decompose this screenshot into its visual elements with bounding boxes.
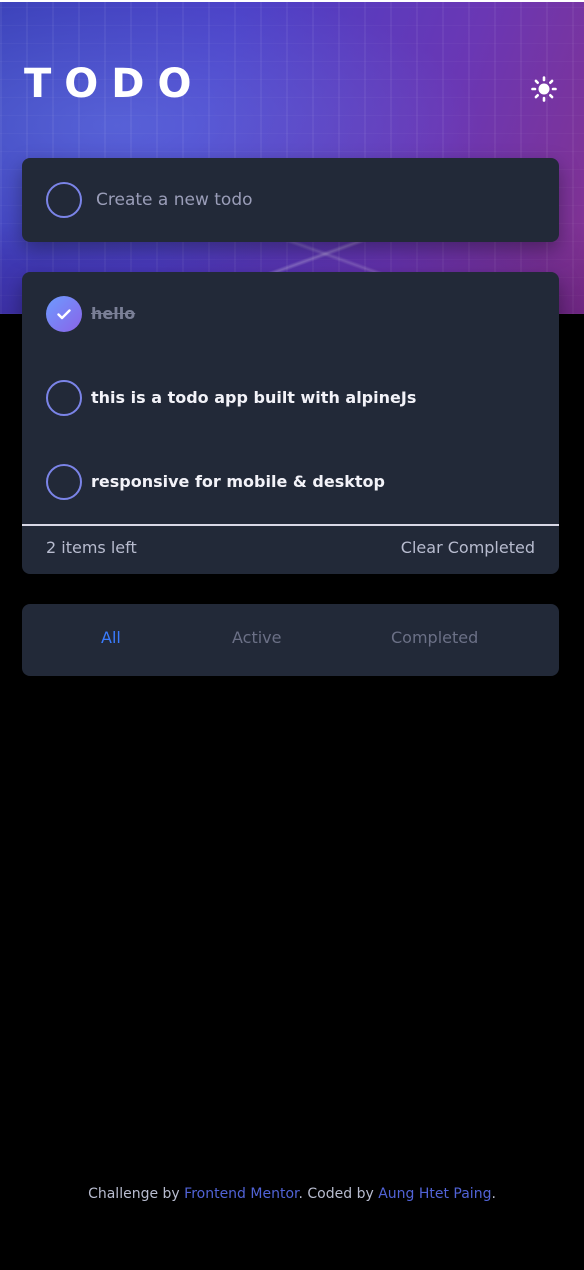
filter-completed-button[interactable]: Completed xyxy=(391,626,478,650)
todo-text: this is a todo app built with alpineJs xyxy=(91,388,417,407)
todo-item[interactable]: this is a todo app built with alpineJs xyxy=(22,356,559,440)
filter-active-button[interactable]: Active xyxy=(232,626,282,650)
todo-checkbox[interactable] xyxy=(46,380,82,416)
check-icon xyxy=(57,308,71,319)
create-todo-card xyxy=(22,158,559,242)
top-edge xyxy=(0,0,584,2)
todo-text: responsive for mobile & desktop xyxy=(91,472,385,491)
attribution-prefix: Challenge by xyxy=(88,1186,180,1202)
todo-list-card: hello this is a todo app built with alpi… xyxy=(22,272,559,574)
todo-item[interactable]: hello xyxy=(22,272,559,356)
todo-checkbox-checked[interactable] xyxy=(46,296,82,332)
sun-icon xyxy=(531,76,557,102)
list-divider xyxy=(22,524,559,526)
filter-all-button[interactable]: All xyxy=(101,626,121,650)
create-todo-circle[interactable] xyxy=(46,182,82,218)
attribution-middle: . Coded by xyxy=(298,1186,374,1202)
attribution-footer: Challenge by Frontend Mentor. Coded by A… xyxy=(0,1183,584,1205)
frontend-mentor-link[interactable]: Frontend Mentor xyxy=(184,1186,298,1202)
app-title: TODO xyxy=(24,61,205,107)
author-link[interactable]: Aung Htet Paing xyxy=(378,1186,491,1202)
items-left-count: 2 items left xyxy=(46,538,137,557)
filter-bar: All Active Completed xyxy=(22,604,559,676)
attribution-suffix: . xyxy=(491,1186,496,1202)
todo-item[interactable]: responsive for mobile & desktop xyxy=(22,440,559,524)
header-background xyxy=(0,0,584,314)
clear-completed-button[interactable]: Clear Completed xyxy=(401,536,535,560)
todo-text: hello xyxy=(91,304,136,323)
create-todo-input[interactable] xyxy=(94,180,534,220)
theme-toggle-button[interactable] xyxy=(528,73,560,105)
todo-checkbox[interactable] xyxy=(46,464,82,500)
